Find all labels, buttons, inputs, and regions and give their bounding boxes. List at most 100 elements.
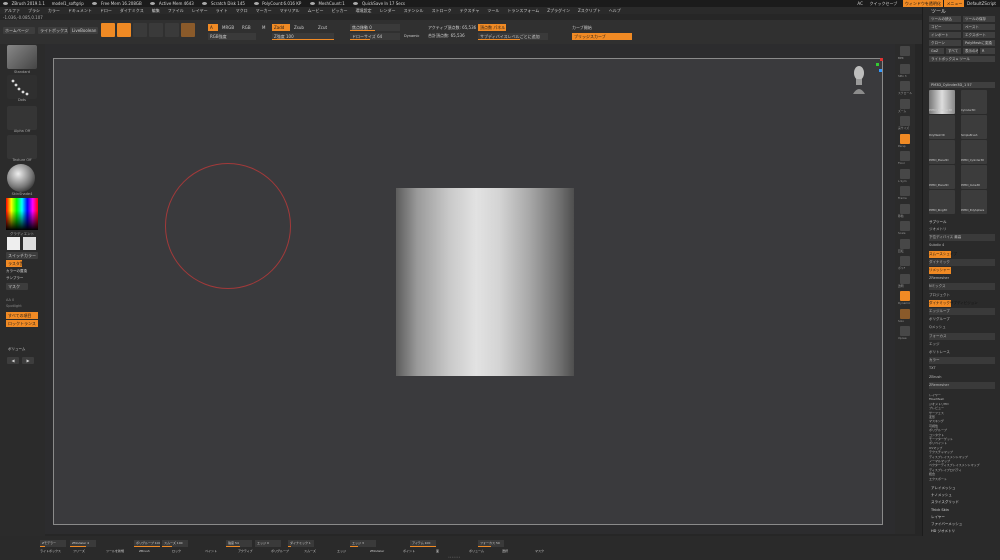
view-13-icon[interactable] xyxy=(900,273,910,284)
subtool-row[interactable]: エッジ xyxy=(929,341,995,348)
move-icon[interactable] xyxy=(133,23,147,37)
menu-item[interactable]: マテリアル xyxy=(276,7,304,14)
menu-item[interactable]: ドロー xyxy=(96,7,116,14)
bottom-slider[interactable]: ZModeler 4 xyxy=(70,540,96,547)
tool-button[interactable]: インポート xyxy=(929,32,961,38)
menu-item[interactable]: トランスフォーム xyxy=(503,7,543,14)
zadd-button[interactable]: Zadd xyxy=(272,24,290,31)
tool-menu-item[interactable]: ナノメッシュ xyxy=(931,492,952,499)
homepage-button[interactable]: ホームページ xyxy=(3,27,35,34)
subtool-row[interactable]: ZRemesher xyxy=(929,275,995,282)
subtool-row[interactable]: カラー xyxy=(929,357,995,365)
tool-button[interactable]: ペースト xyxy=(963,24,995,30)
view-7-icon[interactable] xyxy=(900,168,910,179)
subtool-row[interactable]: TXT xyxy=(929,365,995,372)
tool-button[interactable]: ライトボックス ▸ ツール xyxy=(929,56,995,62)
view-2-icon[interactable] xyxy=(900,81,910,91)
view-9-icon[interactable] xyxy=(900,203,910,214)
bottom-item[interactable]: ツールを新規 xyxy=(106,549,124,553)
texture-icon[interactable] xyxy=(181,23,195,37)
menu-item[interactable]: マクロ xyxy=(232,7,252,14)
tool-menu-item[interactable]: Thick Skin xyxy=(931,507,949,514)
tool-subpalette[interactable]: テクスチャマップ xyxy=(929,450,953,454)
menu-item[interactable]: カラー xyxy=(44,7,64,14)
zsub-button[interactable]: Zsub xyxy=(294,25,304,30)
subtool-row[interactable]: ポリトレース xyxy=(929,349,995,356)
subtool-header[interactable]: サブツール xyxy=(929,219,947,226)
liveboolean-button[interactable]: LiveBoolean xyxy=(70,27,98,34)
view-5-icon[interactable] xyxy=(900,133,910,144)
menu-item[interactable]: 環境設定 xyxy=(352,7,376,14)
menu-item[interactable]: テクスチャ xyxy=(456,7,484,14)
menu-item[interactable]: ブラシ xyxy=(24,7,44,14)
tool-subpalette[interactable]: ベクターディスプレイスメントマップ xyxy=(929,463,980,467)
bottom-item[interactable]: 選択 xyxy=(502,549,508,553)
subtool-row[interactable]: ZRemesher xyxy=(929,381,995,389)
tool-button[interactable]: GoZ xyxy=(929,48,944,54)
cylinder-object[interactable] xyxy=(396,188,574,376)
menu-item[interactable]: ピッカー xyxy=(328,7,352,14)
default-zscript-button[interactable]: DefaultZScript xyxy=(966,0,1000,7)
tool-subpalette[interactable]: ポリグループ xyxy=(929,428,947,432)
edit-icon[interactable] xyxy=(101,23,115,37)
quicksave-button[interactable]: クイックセーブ xyxy=(868,0,901,7)
bottom-item[interactable]: ライトボックス xyxy=(40,549,61,553)
menu-item[interactable]: ステンシル xyxy=(400,7,428,14)
menu-item[interactable]: ダイナミクス xyxy=(116,7,148,14)
bottom-slider[interactable]: Zモデラー xyxy=(40,540,66,547)
view-0-icon[interactable] xyxy=(900,46,910,56)
draw-icon[interactable] xyxy=(117,23,131,37)
mask-button[interactable]: マスク xyxy=(6,283,28,290)
tool-subpalette[interactable]: サーフェス xyxy=(929,411,944,415)
subtool-row[interactable]: エッジループ xyxy=(929,308,995,315)
prev-button[interactable]: ◀ xyxy=(7,357,19,364)
menu-item[interactable]: ムービー xyxy=(304,7,328,14)
view-6-icon[interactable] xyxy=(900,151,910,161)
bottom-slider[interactable]: ダイナミック 1 xyxy=(288,540,314,547)
dynamic-toggle[interactable]: Dynamic xyxy=(404,34,419,38)
subtool-row[interactable]: ジオメトリ xyxy=(929,226,995,233)
switch-color-button[interactable]: スイッチカラー xyxy=(6,252,38,259)
bottom-slider[interactable]: 強度 54 xyxy=(226,540,252,547)
tool-subpalette[interactable]: エクスポート xyxy=(929,477,947,481)
bottom-slider[interactable]: エッジ 0 xyxy=(255,540,281,547)
subtool-row[interactable]: リメッシャー xyxy=(929,267,951,274)
tool-menu-item[interactable]: スライスグリッド xyxy=(931,499,959,506)
tool-subpalette[interactable]: ポリペイント xyxy=(929,441,947,445)
head-gizmo-icon[interactable] xyxy=(852,64,866,94)
bottom-slider[interactable]: ポリグループ 100 xyxy=(134,540,160,547)
bridge-curve-button[interactable]: ブリッジスカーブ xyxy=(572,33,632,40)
material-tile[interactable] xyxy=(7,164,35,192)
menu-item[interactable]: レンダー xyxy=(376,7,400,14)
view-16-icon[interactable] xyxy=(900,326,910,336)
zcut-button[interactable]: Zcut xyxy=(318,25,327,30)
tool-button[interactable]: エクスポート xyxy=(963,32,995,38)
bottom-item[interactable]: ボリューム xyxy=(469,549,484,553)
menu-item[interactable]: レイヤー xyxy=(188,7,212,14)
rgb-button[interactable]: RGB xyxy=(242,25,251,30)
subtool-row[interactable]: Subdiv 4 xyxy=(929,242,995,249)
view-15-icon[interactable] xyxy=(900,308,910,319)
bottom-item[interactable]: フリーズ xyxy=(73,549,85,553)
view-1-icon[interactable] xyxy=(900,63,910,74)
tool-button[interactable]: ツールの保存 xyxy=(963,16,995,22)
subtool-row[interactable]: ポリグループ xyxy=(929,316,995,323)
menu-item[interactable]: Zスクリプト xyxy=(574,7,605,14)
lightbox-button[interactable]: ライトボックス xyxy=(38,27,68,34)
view-10-icon[interactable] xyxy=(900,221,910,231)
tool-subpalette[interactable]: 統合 xyxy=(929,472,935,476)
sampler-button[interactable]: サンプラー xyxy=(6,276,23,281)
menu-item[interactable]: Zプラグイン xyxy=(543,7,574,14)
bottom-slider[interactable]: アイテム 100 xyxy=(410,540,436,547)
subtool-row[interactable]: 下位ディバイス 最高 xyxy=(929,234,995,242)
bottom-item[interactable]: ポリグループ xyxy=(271,549,289,553)
all-items-button[interactable]: すべての項目 xyxy=(6,312,38,319)
next-button[interactable]: ▶ xyxy=(22,357,34,364)
bottom-slider[interactable]: フォーカス 50 xyxy=(478,540,504,547)
transparency-button[interactable]: ウィンドウを透明化 xyxy=(902,0,943,7)
rotate-icon[interactable] xyxy=(165,23,179,37)
view-11-icon[interactable] xyxy=(900,238,910,249)
tool-button[interactable]: ツールの読込 xyxy=(929,16,961,22)
ac-button[interactable]: AC xyxy=(856,0,866,7)
view-8-icon[interactable] xyxy=(900,186,910,196)
